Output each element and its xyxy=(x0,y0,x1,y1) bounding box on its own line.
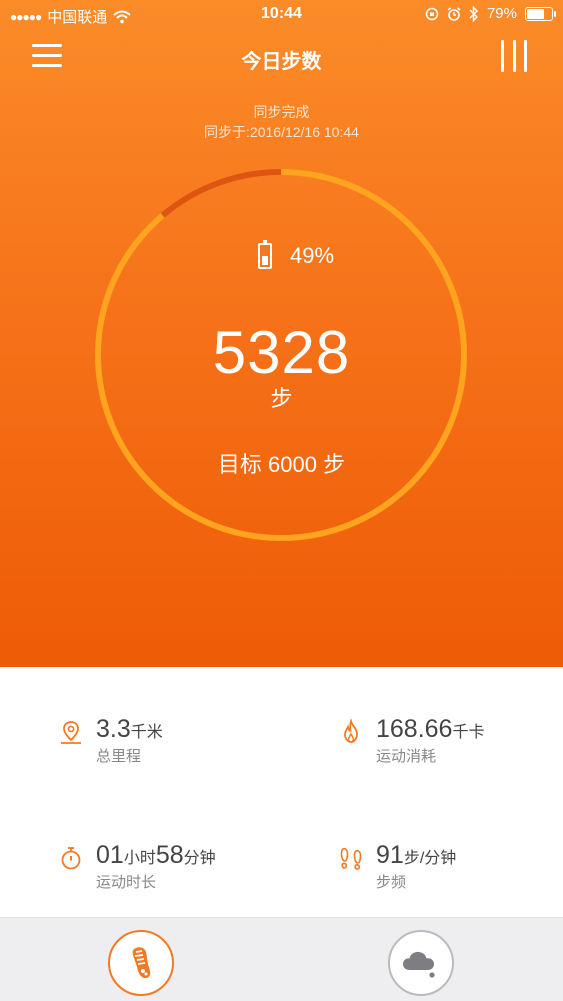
metrics-panel: 3.3千米 总里程 168.66千卡 运动消耗 01小时58分钟 运动时长 91… xyxy=(0,667,563,917)
running-shoe-icon xyxy=(132,947,151,979)
status-right: 79% xyxy=(425,5,556,22)
battery-level xyxy=(527,8,545,19)
lock-rotation-icon xyxy=(425,7,439,20)
calories-label: 运动消耗 xyxy=(376,748,437,765)
band-battery-percent: 49% xyxy=(290,243,335,268)
distance-label: 总里程 xyxy=(96,748,142,765)
step-unit: 步 xyxy=(270,386,293,411)
flame-icon xyxy=(344,719,358,743)
bluetooth-icon xyxy=(469,5,479,22)
tab-weather[interactable] xyxy=(388,930,454,996)
distance-unit: 千米 xyxy=(130,724,163,741)
distance-value: 3.3 xyxy=(96,715,131,743)
sync-time: 同步于:2016/12/16 10:44 xyxy=(204,124,359,140)
duration-minutes-unit: 分钟 xyxy=(183,850,216,867)
calories-value-row: 168.66千卡 xyxy=(376,715,484,744)
status-bar: ●●●●● 中国联通 10:44 79% xyxy=(0,0,563,30)
bar-stats-icon[interactable] xyxy=(501,40,527,72)
location-pin-icon xyxy=(61,721,81,744)
cadence-label: 步频 xyxy=(376,874,407,891)
bottom-tab-bar xyxy=(0,917,563,1001)
duration-minutes: 58 xyxy=(155,841,184,869)
band-battery-fill xyxy=(262,256,268,265)
tab-running[interactable] xyxy=(108,930,174,996)
distance-value-row: 3.3千米 xyxy=(96,715,163,744)
band-battery: 49% xyxy=(258,240,335,269)
calories-value: 168.66 xyxy=(376,715,453,743)
cadence-value-row: 91步/分钟 xyxy=(376,841,456,870)
page-title: 今日步数 xyxy=(241,51,322,73)
step-goal[interactable]: 目标 6000 步 xyxy=(0,447,563,479)
sync-status: 同步完成 xyxy=(253,104,310,120)
duration-label: 运动时长 xyxy=(96,874,157,891)
duration-value-row: 01小时58分钟 xyxy=(96,841,216,870)
battery-icon xyxy=(258,240,272,269)
cadence-unit: 步/分钟 xyxy=(403,850,457,867)
duration-hours-unit: 小时 xyxy=(123,850,156,867)
duration-hours: 01 xyxy=(96,841,124,869)
battery-percent: 79% xyxy=(486,5,517,22)
footprints-icon xyxy=(340,847,362,870)
sync-info: 同步完成 同步于:2016/12/16 10:44 xyxy=(0,102,563,142)
step-count: 5328 xyxy=(212,319,351,386)
battery-icon xyxy=(525,6,556,21)
calories-unit: 千卡 xyxy=(452,724,485,741)
alarm-icon xyxy=(447,6,461,21)
cadence-value: 91 xyxy=(376,841,404,869)
weather-cloud-icon xyxy=(403,951,435,978)
stopwatch-icon xyxy=(61,847,81,870)
